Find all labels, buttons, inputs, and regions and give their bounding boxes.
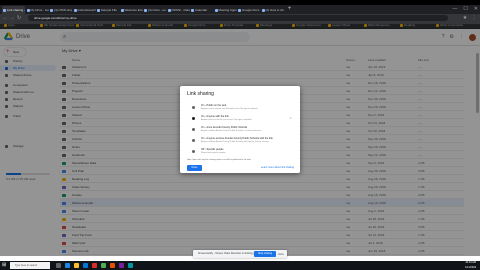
tab-label: My Drive - Google Drive bbox=[30, 8, 49, 12]
tab-favicon-icon bbox=[214, 9, 218, 12]
back-icon[interactable]: ← bbox=[2, 14, 8, 22]
tab-label: Sample File bbox=[101, 8, 117, 12]
address-bar[interactable]: drive.google.com/drive/my-drive bbox=[28, 15, 448, 21]
stop-sharing-button[interactable]: Stop sharing bbox=[254, 251, 276, 257]
minimize-button[interactable]: — bbox=[452, 5, 457, 14]
browser-tab[interactable]: Sample File bbox=[96, 6, 119, 14]
extensions-icon[interactable]: ★ bbox=[462, 14, 468, 22]
tab-favicon-icon bbox=[191, 9, 194, 12]
hide-button[interactable]: Hide bbox=[278, 250, 284, 258]
new-tab-button[interactable]: + bbox=[286, 6, 293, 13]
taskbar: ⊞ Type here to search 10:24 AM 1/11/2019 bbox=[0, 261, 480, 270]
checkmark-icon: ✓ bbox=[289, 116, 292, 120]
browser-tab[interactable]: (4) How to share a link bbox=[261, 6, 284, 14]
system-tray-clock[interactable]: 10:24 AM 1/11/2019 bbox=[465, 261, 476, 270]
maximize-button[interactable]: ☐ bbox=[463, 5, 467, 14]
browser-tab[interactable]: Calendar bbox=[190, 6, 213, 14]
clock-date: 1/11/2019 bbox=[465, 265, 476, 269]
tab-favicon-icon bbox=[97, 9, 100, 12]
window-controls: — ☐ ✕ bbox=[452, 5, 478, 14]
browser-tab[interactable]: Google Docs Editors bbox=[237, 6, 260, 14]
windows-start-icon[interactable]: ⊞ bbox=[2, 263, 7, 268]
browser-tab[interactable]: (4) Inbox - example bbox=[143, 6, 166, 14]
tab-label: Google Docs Editors bbox=[242, 8, 260, 12]
browser-toolbar: ← → ↻ drive.google.com/drive/my-drive ★ … bbox=[0, 14, 480, 22]
browser-tab[interactable]: Meeting Agenda bbox=[214, 6, 237, 14]
app-icon[interactable] bbox=[110, 263, 115, 268]
dialog-title: Link sharing bbox=[187, 91, 214, 97]
tab-favicon-icon bbox=[144, 9, 147, 12]
office-icon[interactable] bbox=[92, 263, 97, 268]
done-button[interactable]: Done bbox=[187, 165, 202, 171]
option-radio-icon[interactable] bbox=[192, 106, 195, 109]
sharing-option[interactable]: On - Anne Arundel County Public Schools A… bbox=[192, 126, 292, 137]
tab-label: Welcome Email bbox=[124, 8, 143, 12]
menu-icon[interactable]: ⋮ bbox=[471, 14, 477, 22]
option-radio-icon[interactable] bbox=[192, 139, 195, 142]
sharing-option[interactable]: On - Anyone at Anne Arundel County Publi… bbox=[192, 137, 292, 148]
browser-tab[interactable]: Welcome Email bbox=[120, 6, 143, 14]
tab-label: Meeting Agenda bbox=[218, 8, 237, 12]
desktop-screen: + — ☐ ✕ Link sharing - My Drive My Drive … bbox=[0, 0, 480, 270]
tab-label: (4) How to share a link bbox=[265, 8, 284, 12]
tab-favicon-icon bbox=[50, 9, 53, 12]
screen-share-notification: Screencastify - Screen Video Recorder is… bbox=[193, 250, 287, 258]
option-description: Anyone on the internet can find and acce… bbox=[201, 108, 258, 110]
tab-label: (4) Inbox - example bbox=[148, 8, 166, 12]
store-icon[interactable] bbox=[83, 263, 88, 268]
tab-favicon-icon bbox=[238, 9, 241, 12]
close-window-button[interactable]: ✕ bbox=[474, 5, 478, 14]
reload-icon[interactable]: ↻ bbox=[16, 14, 22, 22]
tab-label: (4) HTML Explanations bbox=[54, 8, 72, 12]
file-explorer-icon[interactable] bbox=[74, 263, 79, 268]
tab-favicon-icon bbox=[26, 9, 30, 12]
tab-strip: + — ☐ ✕ Link sharing - My Drive My Drive … bbox=[0, 5, 480, 14]
sharing-option[interactable]: Off - Specific people Shared with specifi… bbox=[192, 148, 292, 159]
tab-label: Instructional Demo bbox=[77, 8, 96, 12]
tab-label: Calendar bbox=[195, 8, 208, 12]
browser-tab[interactable]: DRIVE - share tutorial bbox=[167, 6, 190, 14]
option-description: Anyone at Anne Arundel County Public Sch… bbox=[201, 141, 270, 143]
chrome-icon[interactable] bbox=[101, 263, 106, 268]
tab-favicon-icon bbox=[261, 9, 265, 12]
learn-more-link[interactable]: Learn more about link sharing bbox=[261, 166, 294, 170]
tab-label: DRIVE - share tutorial bbox=[171, 8, 190, 12]
tab-favicon-icon bbox=[167, 9, 171, 12]
taskbar-search-input[interactable]: Type here to search bbox=[10, 262, 50, 269]
sharing-option[interactable]: On - Anyone with the link Anyone who has … bbox=[192, 115, 292, 126]
forward-icon[interactable]: → bbox=[9, 14, 15, 22]
link-sharing-dialog: Link sharing On - Public on the web Anyon… bbox=[180, 86, 300, 173]
clock-time: 10:24 AM bbox=[465, 261, 476, 264]
edge-icon[interactable] bbox=[65, 263, 70, 268]
browser-tab[interactable]: Instructional Demo bbox=[73, 6, 96, 14]
option-radio-icon[interactable] bbox=[192, 117, 195, 120]
tab-favicon-icon bbox=[73, 9, 77, 12]
tab-favicon-icon bbox=[120, 9, 124, 12]
task-view-icon[interactable] bbox=[56, 263, 61, 268]
sharing-option[interactable]: On - Public on the web Anyone on the inte… bbox=[192, 104, 292, 115]
option-description: Shared with specific people. bbox=[201, 152, 226, 154]
tab-favicon-icon bbox=[3, 9, 6, 12]
browser-tab[interactable]: (4) HTML Explanations bbox=[49, 6, 72, 14]
option-radio-icon[interactable] bbox=[192, 150, 195, 153]
dialog-note: Note: Items with any link sharing option… bbox=[187, 159, 252, 161]
option-radio-icon[interactable] bbox=[192, 128, 195, 131]
tab-label: Link sharing - My Drive bbox=[7, 8, 25, 12]
browser-tab[interactable]: Link sharing - My Drive bbox=[2, 6, 25, 14]
app-icon[interactable] bbox=[128, 263, 133, 268]
app-icon[interactable] bbox=[119, 263, 124, 268]
option-description: Anyone who has the link can access. No s… bbox=[201, 119, 252, 121]
browser-tab[interactable]: My Drive - Google Drive bbox=[26, 6, 49, 14]
option-description: Anyone at Anne Arundel County Public Sch… bbox=[201, 130, 262, 132]
